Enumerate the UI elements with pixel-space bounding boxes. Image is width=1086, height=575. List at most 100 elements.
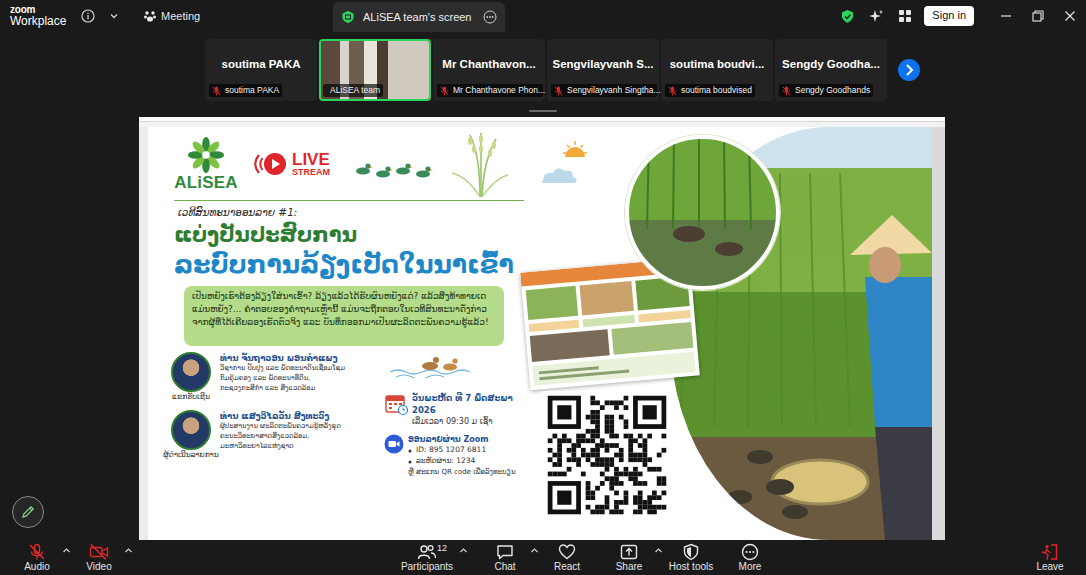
apps-grid-icon[interactable] — [898, 9, 912, 23]
stream-text: STREAM — [292, 168, 330, 177]
caret-up-icon[interactable] — [530, 546, 539, 555]
caret-up-icon[interactable] — [654, 546, 663, 555]
encryption-shield-icon[interactable] — [840, 9, 855, 24]
participant-label-text: Mr Chanthavone Phon... — [453, 85, 545, 96]
speaker-name: ທ່ານ ແສງວິໄລວັນ ສິງທະວົງ — [220, 410, 341, 422]
toolbar-icon-holder — [542, 543, 592, 561]
participant-tile[interactable]: Mr Chanthavon...Mr Chanthavone Phon... — [433, 39, 545, 101]
info-icon[interactable] — [81, 9, 95, 23]
chat-bubble-icon[interactable] — [496, 543, 514, 561]
poster-right — [533, 127, 932, 540]
caret-up-icon[interactable] — [62, 546, 71, 555]
speaker: ຜູ້ດຳເນີນລາຍການທ່ານ ແສງວິໄລວັນ ສິງທະວົງຜ… — [162, 410, 384, 461]
muted-mic-icon — [212, 86, 221, 96]
leave-button[interactable]: Leave — [1025, 540, 1075, 572]
more-options-icon[interactable] — [741, 543, 759, 561]
speaker-detail: ກະຊວງກະສິກຳ ແລະ ສິ່ງແວດລ້ອມ — [220, 384, 345, 394]
participant-tile[interactable]: soutima PAKAsoutima PAKA — [205, 39, 317, 101]
pond-ducks-icon — [390, 352, 480, 378]
zoom-detail: ID: 895 1207 6811 — [408, 445, 516, 456]
toolbar-icon-holder — [74, 543, 124, 561]
leave-exit-icon[interactable] — [1041, 543, 1059, 561]
next-page-arrow-icon[interactable] — [897, 58, 921, 82]
toolbar-menu-caret[interactable] — [530, 540, 542, 572]
zoom-detail-text: ລະຫັດຜ່ານ: 1234 — [416, 456, 475, 467]
participant-name: Sengvilayvanh S... — [551, 56, 656, 73]
live-signal-icon — [254, 150, 288, 178]
caret-up-icon[interactable] — [459, 546, 468, 555]
caret-up-icon[interactable] — [124, 546, 133, 555]
mute-state — [440, 86, 449, 96]
participant-label: Sengdy Goodhands — [779, 84, 873, 97]
shared-screen: ALiSEALIVESTREAMເວທີສົນທະນາອອນລາຍ #1:ແບ່… — [0, 114, 1086, 540]
participant-tile[interactable]: ALiSEA team — [319, 39, 431, 101]
participant-label-text: Sengvilayvanh Singtha... — [567, 85, 661, 96]
logo-top: zoom — [10, 5, 78, 15]
restore-icon[interactable] — [1032, 10, 1044, 22]
meeting-text: Meeting — [161, 8, 200, 25]
toolbar-menu-caret[interactable] — [459, 540, 471, 572]
share-tab[interactable]: ALiSEA team's screen — [333, 2, 505, 32]
toolbar-label: Participants — [401, 561, 453, 572]
toolbar-label: Host tools — [669, 561, 713, 572]
speaker-photo — [171, 352, 211, 392]
annotate-button[interactable] — [12, 496, 44, 528]
event-date-line: ວັນພະຫັດ ທີ 7 ພຶດສະພາ 2026 — [412, 392, 532, 417]
toolbar-button[interactable]: Host tools — [666, 540, 716, 572]
chevron-down-icon[interactable] — [109, 11, 119, 21]
toolbar-menu-caret[interactable] — [124, 540, 136, 572]
rice-plant-icon — [450, 131, 510, 197]
participant-label: ALiSEA team — [323, 84, 383, 97]
toolbar-menu-caret[interactable] — [654, 540, 666, 572]
document-scrollbar[interactable] — [932, 127, 945, 540]
toolbar-label: React — [554, 561, 580, 572]
toolbar-button[interactable]: More — [725, 540, 775, 572]
share-screen-icon[interactable] — [620, 543, 638, 561]
tab-menu-icon[interactable] — [483, 10, 497, 24]
logo-bottom: Workplace — [10, 15, 78, 27]
participant-tile[interactable]: Sengdy Goodha...Sengdy Goodhands — [775, 39, 887, 101]
zoom-logo-icon — [384, 434, 404, 454]
event-zoom-text: ອອນລາຍຜ່ານ ZoomID: 895 1207 6811ລະຫັດຜ່າ… — [408, 434, 516, 477]
speaker-role: ແຂກຮັບເຊີນ — [172, 392, 210, 403]
toolbar-button[interactable]: Chat — [480, 540, 530, 572]
event-poster: ALiSEALIVESTREAMເວທີສົນທະນາອອນລາຍ #1:ແບ່… — [148, 127, 932, 540]
microphone-icon[interactable] — [28, 543, 46, 561]
toolbar-button[interactable]: 12Participants — [395, 540, 459, 572]
mute-state — [668, 86, 677, 96]
minimize-icon[interactable] — [1000, 10, 1012, 22]
leave-label: Leave — [1036, 561, 1063, 572]
toolbar-label: Chat — [494, 561, 515, 572]
close-icon[interactable] — [1064, 10, 1076, 22]
pencil-icon — [20, 504, 36, 520]
toolbar-button[interactable]: Audio — [12, 540, 62, 572]
participant-tile[interactable]: Sengvilayvanh S... Sengvilayvanh Singtha.… — [547, 39, 659, 101]
participant-tile[interactable]: soutima boudvi...soutima boudvised — [661, 39, 773, 101]
zoom-detail: ລະຫັດຜ່ານ: 1234 — [408, 456, 516, 467]
video-camera-icon[interactable] — [89, 543, 109, 561]
document-body: ALiSEALIVESTREAMເວທີສົນທະນາອອນລາຍ #1:ແບ່… — [139, 127, 945, 540]
zoom-heading: ອອນລາຍຜ່ານ Zoom — [408, 434, 516, 446]
logo-text: ALiSEA — [174, 174, 238, 191]
event-series: ເວທີສົນທະນາອອນລາຍ #1: — [178, 205, 533, 221]
alisea-star-icon — [187, 136, 225, 174]
participants-icon[interactable] — [417, 543, 437, 561]
poster-title-line2: ລະບົບການລ້ຽງເປັດໃນນາເຂົ້າ — [174, 249, 533, 282]
toolbar-button[interactable]: React — [542, 540, 592, 572]
host-tools-shield-icon[interactable] — [682, 543, 700, 561]
live-stream-badge: LIVESTREAM — [254, 150, 330, 178]
sign-in-button[interactable]: Sign in — [924, 6, 974, 25]
speaker-photo — [171, 410, 211, 450]
toolbar-label: Video — [86, 561, 111, 572]
toolbar-button[interactable]: Share — [604, 540, 654, 572]
registration-qr-code[interactable] — [543, 391, 671, 519]
bullet-icon — [408, 445, 412, 455]
live-stream-text: LIVESTREAM — [292, 151, 330, 177]
poster-details: ແຂກຮັບເຊີນທ່ານ ຈັນຖາວອນ ພອນຄຳແພງວິຊາການ … — [148, 352, 533, 478]
toolbar-button[interactable]: Video — [74, 540, 124, 572]
heart-icon[interactable] — [558, 543, 576, 561]
toolbar-menu-caret[interactable] — [62, 540, 74, 572]
speaker: ແຂກຮັບເຊີນທ່ານ ຈັນຖາວອນ ພອນຄຳແພງວິຊາການ … — [162, 352, 384, 403]
ai-sparkle-icon[interactable] — [869, 9, 884, 24]
toolbar-icon-holder — [12, 543, 62, 561]
